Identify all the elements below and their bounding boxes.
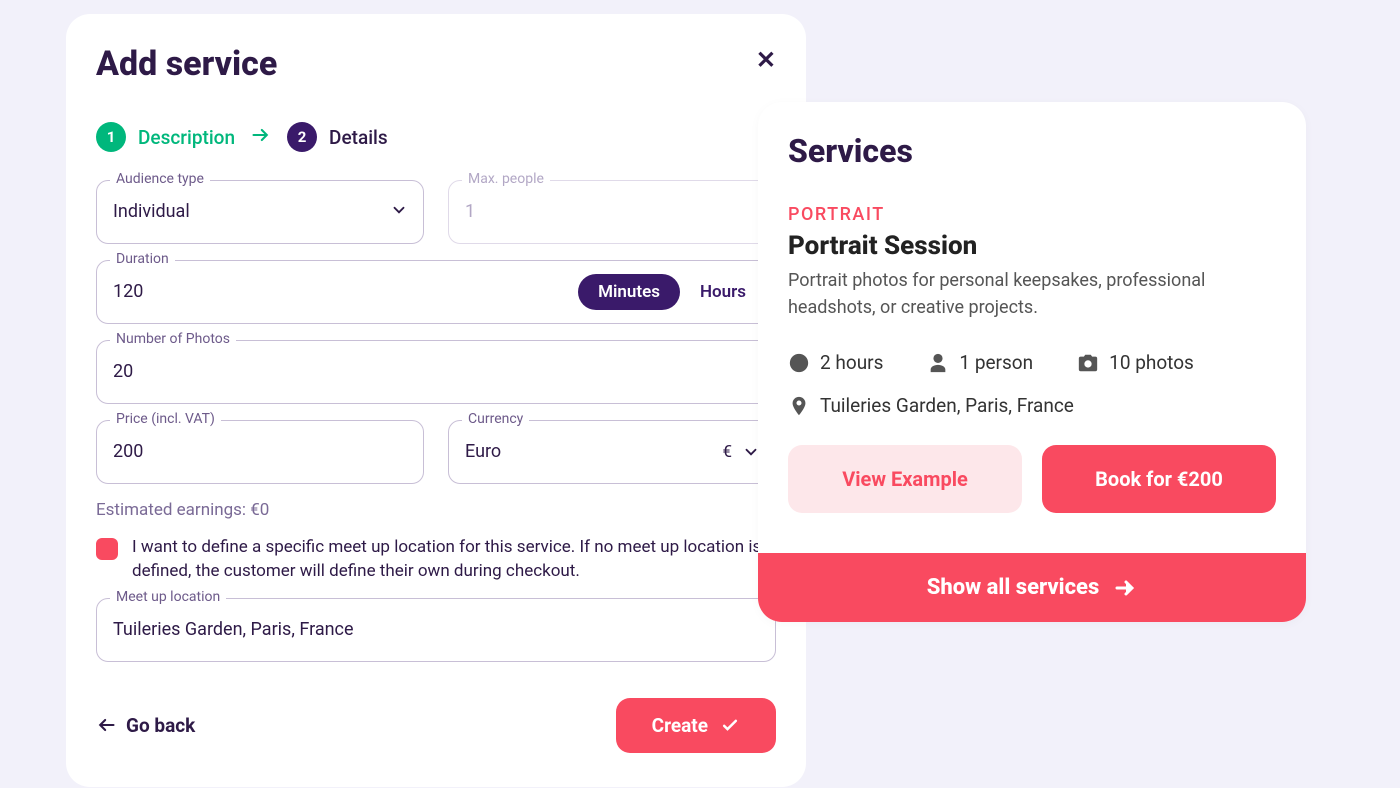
preview-service-name: Portrait Session: [788, 231, 1276, 261]
preview-category: PORTRAIT: [788, 204, 1276, 225]
services-preview-card: Services PORTRAIT Portrait Session Portr…: [758, 102, 1306, 622]
stat-duration-text: 2 hours: [820, 351, 883, 374]
max-people-input: 1: [448, 180, 776, 244]
meetup-location-input[interactable]: Tuileries Garden, Paris, France: [96, 598, 776, 662]
step-1-label: Description: [138, 126, 235, 149]
location-icon: [788, 395, 810, 417]
meetup-checkbox[interactable]: [96, 538, 118, 560]
audience-type-label: Audience type: [110, 171, 210, 187]
meetup-checkbox-row: I want to define a specific meet up loca…: [96, 536, 776, 584]
photos-field[interactable]: Number of Photos 20: [96, 340, 776, 404]
stat-duration: 2 hours: [788, 351, 883, 374]
modal-header: Add service ✕: [96, 44, 776, 84]
person-icon: [927, 352, 949, 374]
stat-people: 1 person: [927, 351, 1033, 374]
stepper: 1 Description 2 Details: [96, 122, 776, 152]
book-button[interactable]: Book for €200: [1042, 445, 1276, 513]
price-input[interactable]: 200: [96, 420, 424, 484]
show-all-button[interactable]: Show all services: [758, 553, 1306, 622]
duration-field[interactable]: Duration 120 Minutes Hours: [96, 260, 776, 324]
create-button[interactable]: Create: [616, 698, 776, 753]
preview-location-text: Tuileries Garden, Paris, France: [820, 394, 1074, 417]
minutes-toggle[interactable]: Minutes: [578, 274, 680, 310]
stat-photos-text: 10 photos: [1109, 351, 1194, 374]
arrow-right-icon: [249, 122, 273, 152]
go-back-button[interactable]: Go back: [96, 714, 195, 737]
audience-type-field[interactable]: Audience type Individual: [96, 180, 424, 244]
go-back-label: Go back: [126, 714, 195, 737]
stat-people-text: 1 person: [959, 351, 1033, 374]
preview-title: Services: [788, 132, 1276, 170]
step-description[interactable]: 1 Description: [96, 122, 235, 152]
price-field[interactable]: Price (incl. VAT) 200: [96, 420, 424, 484]
meetup-location-field[interactable]: Meet up location Tuileries Garden, Paris…: [96, 598, 776, 662]
currency-symbol: €: [722, 442, 732, 462]
preview-location: Tuileries Garden, Paris, France: [788, 394, 1276, 417]
duration-label: Duration: [110, 251, 175, 267]
clock-icon: [788, 352, 810, 374]
create-label: Create: [652, 714, 708, 737]
modal-title: Add service: [96, 44, 277, 84]
step-details[interactable]: 2 Details: [287, 122, 388, 152]
close-icon[interactable]: ✕: [756, 48, 776, 72]
duration-unit-toggle: Minutes Hours: [578, 274, 766, 310]
max-people-label: Max. people: [462, 171, 550, 187]
currency-field[interactable]: Currency Euro €: [448, 420, 776, 484]
currency-label: Currency: [462, 411, 529, 427]
stat-photos: 10 photos: [1077, 351, 1194, 374]
view-example-button[interactable]: View Example: [788, 445, 1022, 513]
check-icon: [720, 715, 740, 735]
arrow-right-icon: [1113, 576, 1137, 600]
photos-label: Number of Photos: [110, 331, 236, 347]
show-all-label: Show all services: [927, 575, 1100, 600]
meetup-checkbox-label: I want to define a specific meet up loca…: [132, 536, 776, 584]
audience-type-select[interactable]: Individual: [96, 180, 424, 244]
hours-toggle[interactable]: Hours: [700, 282, 766, 302]
arrow-left-icon: [96, 715, 116, 735]
price-label: Price (incl. VAT): [110, 411, 221, 427]
preview-stats: 2 hours 1 person 10 photos: [788, 351, 1276, 374]
step-1-circle: 1: [96, 122, 126, 152]
estimated-earnings: Estimated earnings: €0: [96, 500, 776, 520]
add-service-modal: Add service ✕ 1 Description 2 Details Au…: [66, 14, 806, 787]
currency-trail: €: [722, 442, 760, 462]
meetup-location-label: Meet up location: [110, 589, 226, 605]
camera-icon: [1077, 352, 1099, 374]
step-2-circle: 2: [287, 122, 317, 152]
max-people-field: Max. people 1: [448, 180, 776, 244]
preview-description: Portrait photos for personal keepsakes, …: [788, 267, 1276, 321]
photos-input[interactable]: 20: [96, 340, 776, 404]
preview-buttons: View Example Book for €200: [788, 445, 1276, 513]
step-2-label: Details: [329, 126, 388, 149]
modal-footer: Go back Create: [96, 698, 776, 753]
